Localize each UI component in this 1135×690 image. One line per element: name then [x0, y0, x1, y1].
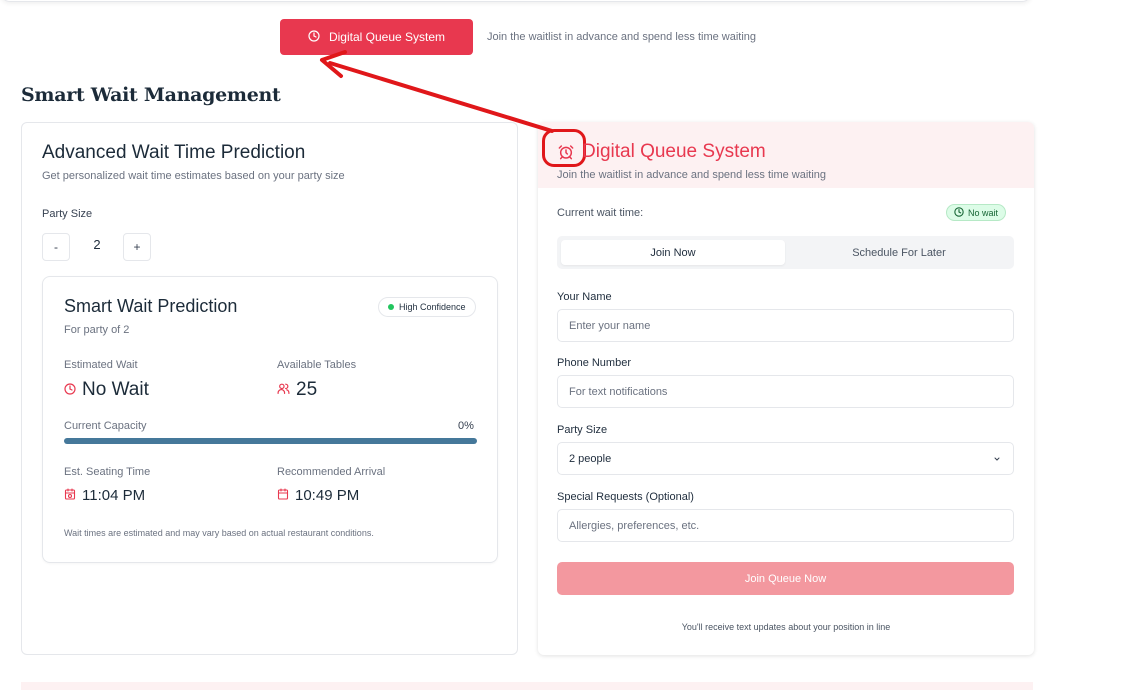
- arrival-value: 10:49 PM: [295, 487, 360, 504]
- top-tagline: Join the waitlist in advance and spend l…: [487, 31, 757, 43]
- status-dot-icon: [388, 304, 394, 310]
- top-card: [0, 0, 1032, 2]
- estimated-wait-label: Estimated Wait: [64, 359, 138, 371]
- digital-queue-button[interactable]: Digital Queue System: [280, 19, 473, 55]
- footer-note: You'll receive text updates about your p…: [681, 622, 891, 632]
- party-size-value: 2: [93, 237, 101, 252]
- capacity-label: Current Capacity: [64, 420, 147, 432]
- estimated-wait-value: No Wait: [82, 379, 149, 400]
- phone-input[interactable]: [557, 375, 1014, 408]
- seating-time: 11:04 PM: [64, 487, 145, 504]
- queue-title: Digital Queue System: [582, 141, 766, 162]
- annotation-circle: [542, 129, 586, 167]
- confidence-badge: High Confidence: [378, 297, 476, 317]
- capacity-progress-bar: [64, 438, 477, 444]
- current-wait-label: Current wait time:: [557, 207, 644, 219]
- clock-icon: [64, 379, 76, 401]
- tab-join-now[interactable]: Join Now: [561, 240, 785, 265]
- queue-tabs: Join Now Schedule For Later: [557, 236, 1014, 269]
- smart-wait-card: Smart Wait Prediction For party of 2 Hig…: [42, 276, 498, 563]
- increment-button[interactable]: +: [123, 233, 151, 261]
- digital-queue-panel: Digital Queue System Join the waitlist i…: [538, 122, 1034, 655]
- seating-time-value: 11:04 PM: [82, 487, 146, 504]
- available-tables-value: 25: [296, 379, 318, 400]
- wait-prediction-panel: Advanced Wait Time Prediction Get person…: [21, 122, 518, 655]
- digital-queue-button-label: Digital Queue System: [328, 30, 446, 44]
- chevron-down-icon: [993, 454, 1001, 462]
- party-size-select[interactable]: 2 people: [557, 442, 1014, 475]
- disclaimer-note: Wait times are estimated and may vary ba…: [64, 528, 374, 538]
- recommended-arrival: 10:49 PM: [277, 487, 359, 504]
- next-section-strip: [21, 682, 1033, 690]
- clock-icon: [308, 29, 320, 45]
- estimated-wait: No Wait: [64, 379, 149, 401]
- join-queue-button[interactable]: Join Queue Now: [557, 562, 1014, 595]
- prediction-title: Advanced Wait Time Prediction: [42, 142, 306, 163]
- capacity-value: 0%: [458, 420, 474, 432]
- queue-header: Digital Queue System Join the waitlist i…: [538, 122, 1034, 188]
- arrival-label: Recommended Arrival: [277, 466, 386, 478]
- calendar-icon: [277, 487, 289, 504]
- calendar-clock-icon: [64, 487, 76, 504]
- name-input[interactable]: [557, 309, 1014, 342]
- smart-wait-subtitle: For party of 2: [64, 324, 130, 336]
- queue-subtitle: Join the waitlist in advance and spend l…: [557, 169, 827, 181]
- party-size-selected: 2 people: [569, 452, 612, 465]
- phone-label: Phone Number: [557, 357, 631, 369]
- users-icon: [277, 379, 290, 401]
- prediction-subtitle: Get personalized wait time estimates bas…: [42, 170, 345, 182]
- confidence-badge-label: High Confidence: [399, 302, 466, 312]
- seating-time-label: Est. Seating Time: [64, 466, 151, 478]
- clock-icon: [954, 206, 964, 219]
- decrement-button[interactable]: -: [42, 233, 70, 261]
- available-tables-label: Available Tables: [277, 359, 357, 371]
- available-tables: 25: [277, 379, 317, 401]
- smart-wait-title: Smart Wait Prediction: [64, 296, 238, 316]
- requests-label: Special Requests (Optional): [557, 491, 694, 503]
- wait-status-label: No wait: [968, 207, 999, 218]
- party-size-label: Party Size: [42, 208, 93, 220]
- name-label: Your Name: [557, 291, 612, 303]
- tab-schedule-later[interactable]: Schedule For Later: [787, 240, 1011, 265]
- wait-status-badge: No wait: [946, 204, 1007, 221]
- section-title: Smart Wait Management: [21, 84, 281, 106]
- party-size-select-label: Party Size: [557, 424, 608, 436]
- requests-input[interactable]: [557, 509, 1014, 542]
